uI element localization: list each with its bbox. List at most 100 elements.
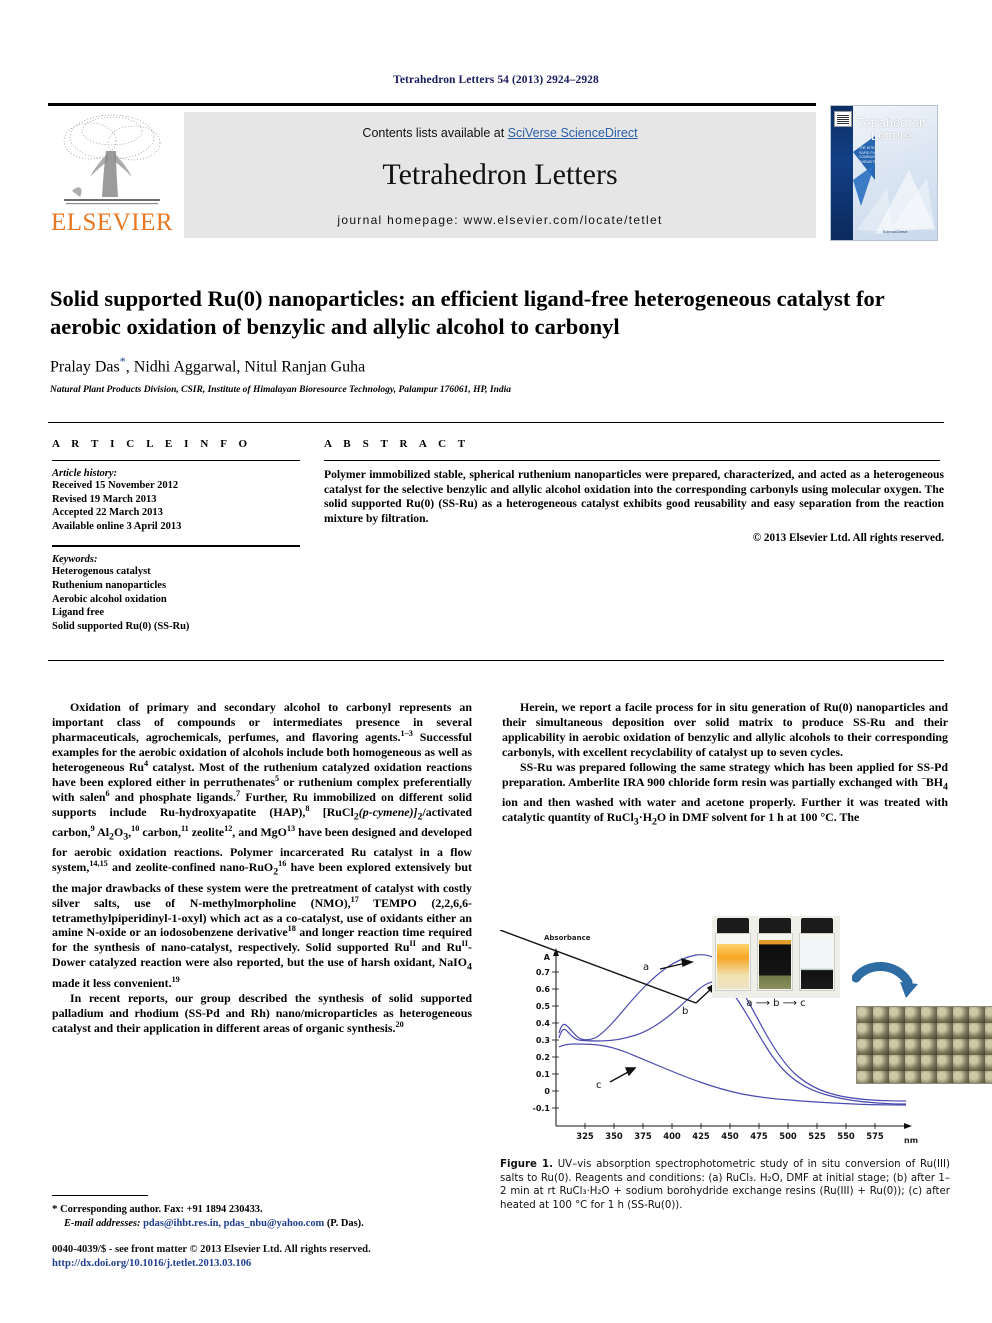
svg-text:425: 425 — [692, 1131, 710, 1141]
svg-text:0.7: 0.7 — [536, 968, 550, 977]
svg-text:375: 375 — [634, 1131, 652, 1141]
footnote-corresponding: * Corresponding author. Fax: +91 1894 23… — [52, 1203, 472, 1230]
ref-14-15[interactable]: 14,15 — [89, 859, 107, 868]
body-paragraph-1: Oxidation of primary and secondary alcoh… — [52, 700, 472, 991]
svg-text:0.4: 0.4 — [536, 1019, 551, 1028]
p4-seg-c: ·H — [638, 810, 652, 825]
article-info-rule — [52, 460, 300, 461]
body-paragraph-2: In recent reports, our group described t… — [52, 991, 472, 1036]
vial-b — [756, 918, 794, 992]
journal-title: Tetrahedron Letters — [382, 158, 618, 191]
svg-text:550: 550 — [837, 1131, 855, 1141]
keyword-item: Heterogenous catalyst — [52, 566, 151, 578]
running-head: Tetrahedron Letters 54 (2013) 2924–2928 — [393, 74, 599, 86]
affiliation: Natural Plant Products Division, CSIR, I… — [50, 385, 511, 396]
vial-cap-icon — [759, 918, 791, 934]
figure-label: Figure 1. — [500, 1159, 553, 1170]
article-info-column: A R T I C L E I N F O Article history: R… — [52, 438, 308, 633]
p1-seg-n: and MgO — [235, 825, 287, 839]
abstract-copyright: © 2013 Elsevier Ltd. All rights reserved… — [752, 532, 944, 545]
title-block: Solid supported Ru(0) nanoparticles: an … — [50, 285, 950, 395]
svg-text:400: 400 — [663, 1131, 681, 1141]
ref-20[interactable]: 20 — [396, 1020, 404, 1029]
author-list: Pralay Das*, Nidhi Aggarwal, Nitul Ranja… — [50, 354, 950, 376]
figure-caption: Figure 1. UV–vis absorption spectrophoto… — [500, 1158, 950, 1212]
svg-text:0.2: 0.2 — [536, 1053, 550, 1062]
journal-homepage[interactable]: journal homepage: www.elsevier.com/locat… — [184, 213, 816, 227]
masthead-rule — [48, 103, 816, 106]
contents-prefix: Contents lists available at — [362, 126, 508, 140]
ref-11[interactable]: 11 — [181, 824, 189, 833]
footnote-block: * Corresponding author. Fax: +91 1894 23… — [52, 1195, 472, 1230]
ref-19[interactable]: 19 — [172, 975, 180, 984]
email-addresses[interactable]: pdas@ihbt.res.in, pdas_nbu@yahoo.com — [143, 1218, 324, 1229]
svg-text:-0.1: -0.1 — [533, 1104, 551, 1113]
p1-seg-h: (p-cymene)] — [358, 804, 418, 819]
chart-annotation-a: a — [643, 962, 649, 973]
svg-text:325: 325 — [576, 1131, 594, 1141]
keywords-label: Keywords: — [52, 554, 98, 566]
history-online: Available online 3 April 2013 — [52, 520, 182, 532]
journal-cover-thumbnail[interactable]: Tetrahedron Letters THE INTERNATIONAL JO… — [830, 105, 938, 241]
p1-seg-v: made it less convenient. — [52, 975, 172, 990]
svg-text:0.1: 0.1 — [536, 1070, 551, 1079]
history-accepted: Accepted 22 March 2013 — [52, 507, 163, 519]
contents-available-line: Contents lists available at SciVerse Sci… — [184, 126, 816, 140]
footnote-line1: Corresponding author. Fax: +91 1894 2304… — [57, 1204, 263, 1215]
svg-text:0.3: 0.3 — [536, 1036, 550, 1045]
author-list-rest: , Nidhi Aggarwal, Nitul Ranjan Guha — [125, 358, 366, 376]
ref-1-3[interactable]: 1–3 — [401, 729, 413, 738]
sciencedirect-link[interactable]: SciVerse ScienceDirect — [508, 126, 638, 140]
keyword-item: Ligand free — [52, 607, 105, 619]
article-title: Solid supported Ru(0) nanoparticles: an … — [50, 286, 885, 339]
p1-seg-t: and Ru — [415, 940, 462, 955]
journal-banner: Contents lists available at SciVerse Sci… — [184, 112, 816, 238]
keyword-item: Solid supported Ru(0) (SS-Ru) — [52, 620, 190, 632]
vial-contents — [759, 940, 791, 989]
vial-cap-icon — [717, 918, 749, 934]
figure-caption-text: UV–vis absorption spectrophotometric stu… — [500, 1159, 950, 1211]
p4-seg-d: O in DMF solvent for 1 h at 100 °C. The — [656, 810, 860, 825]
vial-cap-icon — [801, 918, 833, 934]
vial-c — [798, 918, 836, 992]
history-revised: Revised 19 March 2013 — [52, 493, 157, 505]
body-column-right: Herein, we report a facile process for i… — [502, 700, 948, 830]
chart-annotation-b: b — [682, 1006, 688, 1017]
svg-text:575: 575 — [866, 1131, 884, 1141]
svg-text:350: 350 — [605, 1131, 623, 1141]
abstract-text: Polymer immobilized stable, spherical ru… — [324, 468, 944, 525]
vial-body — [757, 933, 793, 991]
svg-text:0.6: 0.6 — [536, 985, 551, 994]
cover-subtitle: THE INTERNATIONAL JOURNAL FOR THE RAPID … — [859, 146, 926, 164]
cover-title: Tetrahedron Letters — [857, 116, 933, 142]
ref-17[interactable]: 17 — [351, 895, 359, 904]
svg-text:A: A — [544, 953, 551, 962]
body-paragraph-4: SS-Ru was prepared following the same st… — [502, 760, 948, 831]
keywords-rule — [52, 545, 300, 548]
vial-body — [799, 933, 835, 991]
cover-footer: ScienceDirect — [882, 229, 908, 234]
ref-13[interactable]: 13 — [287, 824, 295, 833]
p1-seg-p: and zeolite-confined nano-RuO — [107, 860, 274, 875]
svg-text:525: 525 — [808, 1131, 826, 1141]
p1-seg-g: [RuCl — [309, 804, 354, 819]
doi-link[interactable]: http://dx.doi.org/10.1016/j.tetlet.2013.… — [52, 1257, 532, 1271]
curved-arrow-icon — [852, 962, 918, 998]
ref-18[interactable]: 18 — [288, 925, 296, 934]
p1-seg-m: zeolite — [188, 825, 225, 839]
vial-body — [715, 933, 751, 991]
vial-sequence-label: a ⟶ b ⟶ c — [746, 998, 806, 1009]
vial-a — [714, 918, 752, 992]
vial-photo-strip — [712, 916, 840, 998]
svg-text:0: 0 — [544, 1087, 550, 1096]
keyword-item: Ruthenium nanoparticles — [52, 579, 167, 591]
p1-seg-l: carbon, — [139, 825, 181, 839]
article-page: Tetrahedron Letters 54 (2013) 2924–2928 — [0, 0, 992, 1323]
panel-top-rule — [48, 422, 944, 423]
abstract-heading: A B S T R A C T — [324, 438, 470, 450]
p1-seg-k: O — [113, 825, 124, 839]
body-column-left: Oxidation of primary and secondary alcoh… — [52, 700, 472, 1036]
history-received: Received 15 November 2012 — [52, 480, 179, 491]
vial-contents — [801, 940, 833, 989]
info-abstract-panel: A R T I C L E I N F O Article history: R… — [48, 422, 944, 664]
